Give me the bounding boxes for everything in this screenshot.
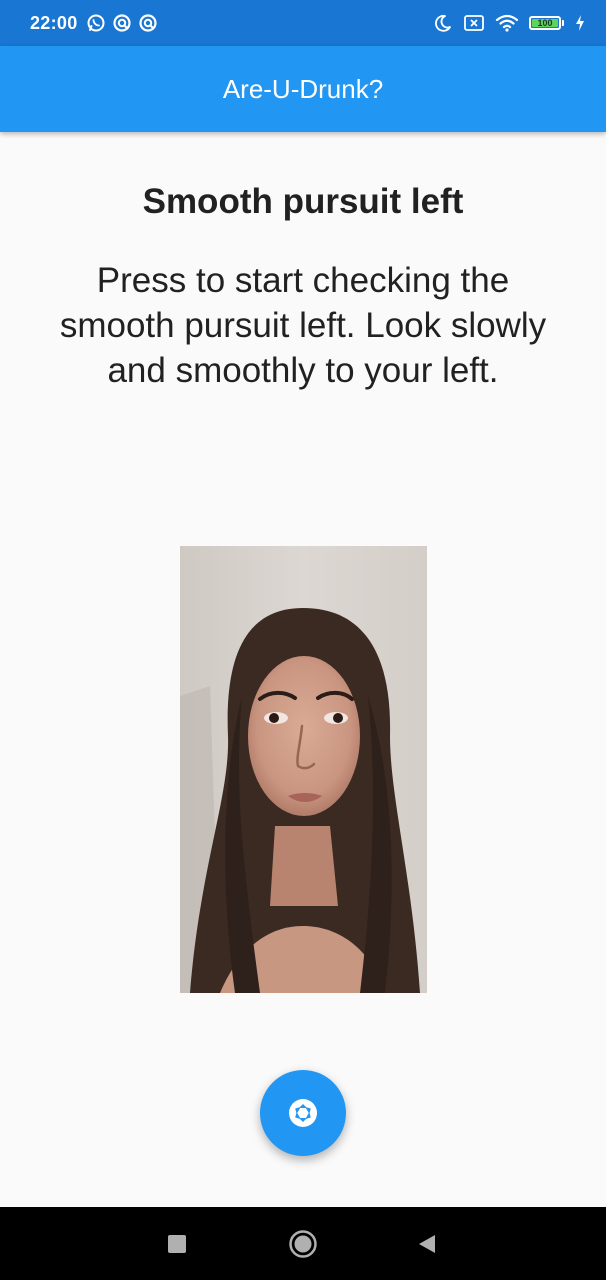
camera-preview	[180, 546, 427, 993]
home-button[interactable]	[288, 1229, 318, 1259]
charging-icon	[576, 15, 584, 31]
battery-level-text: 100	[537, 17, 553, 28]
app-title: Are-U-Drunk?	[222, 73, 384, 104]
back-icon	[419, 1235, 435, 1253]
navigation-bar	[0, 1207, 606, 1280]
notification-icons	[86, 13, 158, 33]
recents-button[interactable]	[162, 1229, 192, 1259]
recents-icon	[168, 1235, 186, 1253]
test-instructions: Press to start checking the smooth pursu…	[59, 261, 547, 390]
camera-shutter-icon	[289, 1099, 317, 1127]
signal-app-icon	[112, 14, 131, 32]
main-content: Smooth pursuit left Press to start check…	[0, 132, 606, 1207]
no-sim-icon	[464, 15, 484, 31]
moon-icon	[435, 14, 451, 32]
capture-button[interactable]	[260, 1070, 346, 1156]
app-bar: Are-U-Drunk?	[0, 46, 606, 132]
wifi-icon	[495, 14, 519, 32]
battery-icon: 100	[529, 16, 564, 30]
signal-app-icon	[138, 14, 157, 32]
status-time: 22:00	[30, 12, 78, 33]
back-button[interactable]	[412, 1229, 442, 1259]
status-bar: 22:00 100	[0, 0, 606, 46]
test-heading: Smooth pursuit left	[142, 182, 464, 221]
home-icon	[289, 1230, 317, 1258]
system-status-icons: 100	[433, 13, 586, 33]
whatsapp-icon	[87, 14, 105, 32]
